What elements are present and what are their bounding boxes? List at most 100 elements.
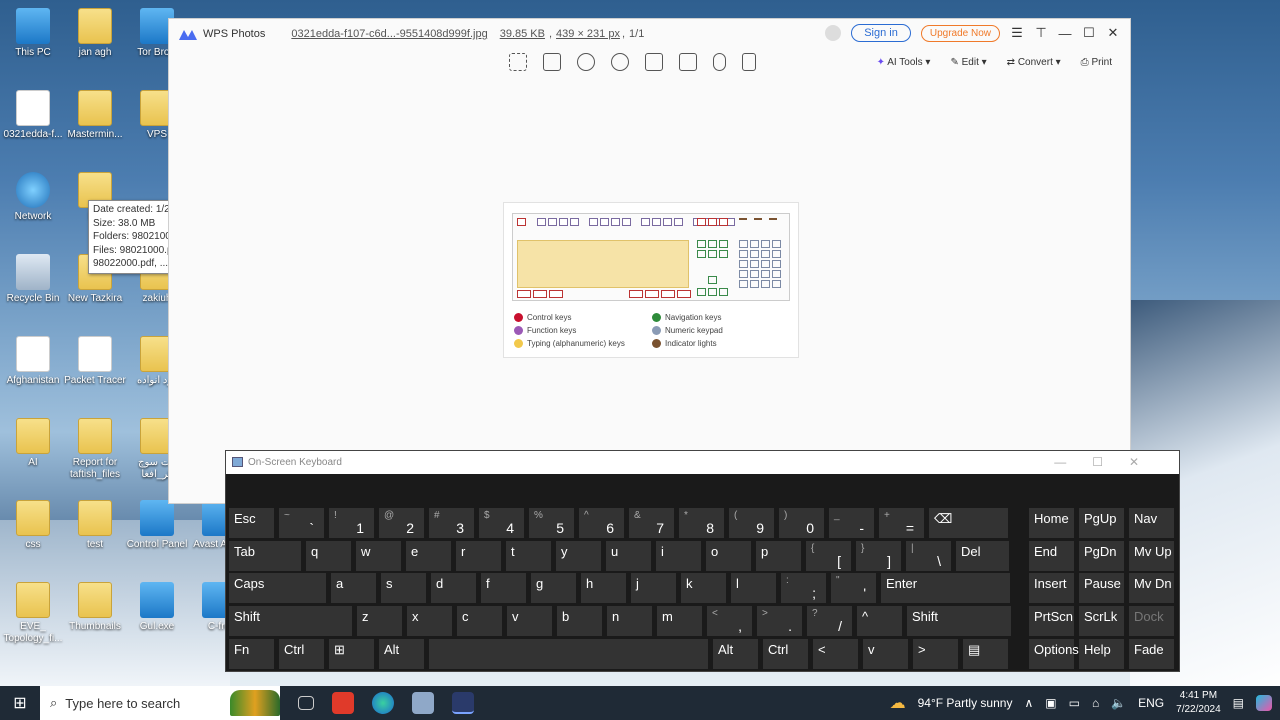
osk-key[interactable]: Ctrl [279,639,324,669]
osk-key[interactable]: Dock [1129,606,1174,636]
osk-key[interactable]: + = [879,508,924,538]
osk-key[interactable]: Alt [379,639,424,669]
osk-key[interactable]: & 7 [629,508,674,538]
osk-key[interactable]: Home [1029,508,1074,538]
ai-tools-button[interactable]: ✦ AI Tools ▾ [877,57,931,68]
delete-icon[interactable] [742,53,756,71]
osk-key[interactable]: t [506,541,551,571]
osk-key[interactable]: u [606,541,651,571]
osk-key[interactable]: <, [707,606,752,636]
zoom-in-icon[interactable] [577,53,595,71]
convert-button[interactable]: ⇄ Convert ▾ [1007,57,1061,68]
osk-key[interactable]: }] [856,541,901,571]
osk-key[interactable]: #3 [429,508,474,538]
windows-start-icon[interactable]: ⊞ [0,693,40,713]
osk-key[interactable]: Esc [229,508,274,538]
sign-in-button[interactable]: Sign in [851,24,911,42]
osk-key[interactable]: v [863,639,908,669]
osk-key[interactable]: :; [781,573,826,603]
osk-key[interactable]: Mv Dn [1129,573,1174,603]
zoom-out-icon[interactable] [611,53,629,71]
osk-key[interactable]: ~ ` [279,508,324,538]
osk-key[interactable]: PgDn [1079,541,1124,571]
desktop-icon[interactable]: Gul.exe [126,582,188,633]
osk-key[interactable]: Fn [229,639,274,669]
osk-key[interactable]: h [581,573,626,603]
battery-icon[interactable]: ▭ [1069,696,1080,710]
wps-photos-taskbar-icon[interactable] [452,692,474,714]
desktop-icon[interactable]: This PC [2,8,64,59]
maximize-icon[interactable]: ☐ [1082,25,1096,41]
osk-key[interactable]: _ - [829,508,874,538]
chevron-up-icon[interactable]: ∧ [1024,696,1033,710]
menu-icon[interactable]: ☰ [1010,25,1024,41]
osk-key[interactable]: (9 [729,508,774,538]
desktop-icon[interactable]: Mastermin... [64,90,126,141]
desktop-icon[interactable]: Control Panel [126,500,188,551]
osk-key[interactable]: v [507,606,552,636]
osk-key[interactable]: Shift [229,606,352,636]
osk-key[interactable]: $4 [479,508,524,538]
osk-key[interactable]: z [357,606,402,636]
weather-text[interactable]: 94°F Partly sunny [918,696,1013,710]
osk-key[interactable]: Insert [1029,573,1074,603]
meet-icon[interactable]: ▣ [1045,696,1056,710]
osk-key[interactable]: y [556,541,601,571]
desktop-icon[interactable]: Recycle Bin [2,254,64,305]
osk-key[interactable]: Enter [881,573,1010,603]
print-button[interactable]: ⎙ Print [1081,57,1112,68]
osk-key[interactable]: PrtScn [1029,606,1074,636]
osk-key[interactable]: e [406,541,451,571]
osk-key[interactable]: Options [1029,639,1079,669]
osk-key[interactable]: Caps [229,573,326,603]
desktop-icon[interactable]: jan agh [64,8,126,59]
osk-key[interactable]: l [731,573,776,603]
osk-key[interactable]: Pause [1079,573,1124,603]
osk-key[interactable]: * 8 [679,508,724,538]
desktop-icon[interactable]: 0321edda-f... [2,90,64,141]
task-view-icon[interactable] [298,696,314,710]
osk-key[interactable]: f [481,573,526,603]
minimize-icon[interactable]: — [1058,26,1072,41]
osk-key[interactable]: Ctrl [763,639,808,669]
close-icon[interactable]: ✕ [1106,25,1120,41]
osk-key[interactable]: d [431,573,476,603]
osk-key[interactable]: > [913,639,958,669]
rotate-left-icon[interactable] [645,53,663,71]
fit-screen-icon[interactable] [509,53,527,71]
osk-key[interactable]: Alt [713,639,758,669]
volume-icon[interactable]: 🔈 [1111,696,1126,710]
osk-key[interactable]: ▤ [963,639,1008,669]
desktop-icon[interactable]: Packet Tracer [64,336,126,387]
osk-key[interactable]: >. [757,606,802,636]
mouse-icon[interactable] [713,53,726,71]
osk-key[interactable]: s [381,573,426,603]
file-name[interactable]: 0321edda-f107-c6d...-9551408d999f.jpg [291,28,487,40]
osk-window-controls[interactable]: —☐✕ [1054,455,1165,469]
taskbar-search[interactable]: ⌕ Type here to search [40,686,280,720]
osk-key[interactable]: Mv Up [1129,541,1174,571]
osk-key[interactable]: m [657,606,702,636]
osk-key[interactable]: | \ [906,541,951,571]
desktop-icon[interactable]: css [2,500,64,551]
osk-key[interactable]: o [706,541,751,571]
osk-key[interactable]: End [1029,541,1074,571]
desktop-icon[interactable]: Report for taftish_files [64,418,126,481]
wps-office-icon[interactable] [332,692,354,714]
osk-key[interactable] [429,639,708,669]
osk-key[interactable]: c [457,606,502,636]
osk-key[interactable]: Nav [1129,508,1174,538]
osk-key[interactable]: j [631,573,676,603]
osk-key[interactable]: Fade [1129,639,1174,669]
pin-icon[interactable]: ⊤ [1034,25,1048,41]
copilot-icon[interactable] [1256,695,1272,711]
upgrade-button[interactable]: Upgrade Now [920,24,1000,42]
osk-key[interactable]: r [456,541,501,571]
osk-key[interactable]: ^ 6 [579,508,624,538]
osk-key[interactable]: ? / [807,606,852,636]
edge-icon[interactable] [372,692,394,714]
osk-key[interactable]: a [331,573,376,603]
osk-key[interactable]: < [813,639,858,669]
osk-key[interactable]: PgUp [1079,508,1124,538]
clock[interactable]: 4:41 PM 7/22/2024 [1176,689,1221,717]
